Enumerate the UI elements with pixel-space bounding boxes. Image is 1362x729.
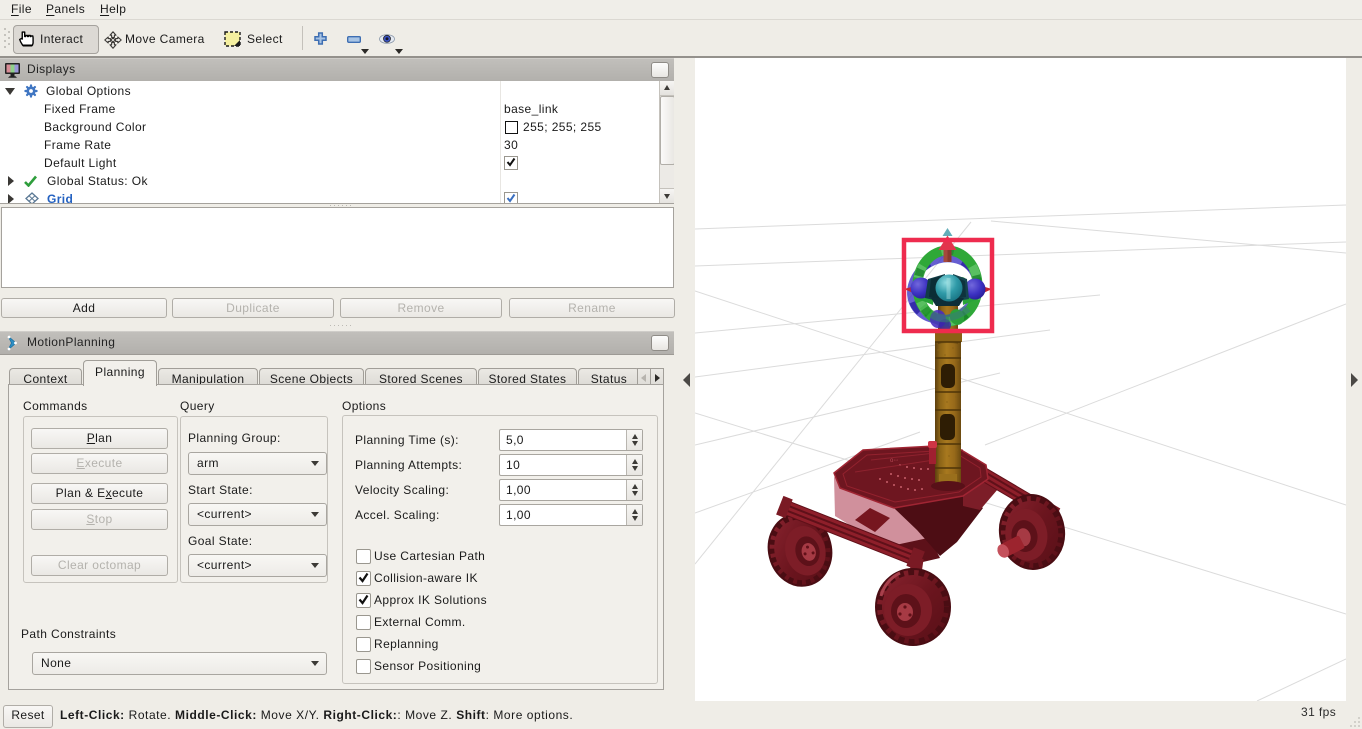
svg-text:o◦◦: o◦◦ — [890, 458, 899, 464]
